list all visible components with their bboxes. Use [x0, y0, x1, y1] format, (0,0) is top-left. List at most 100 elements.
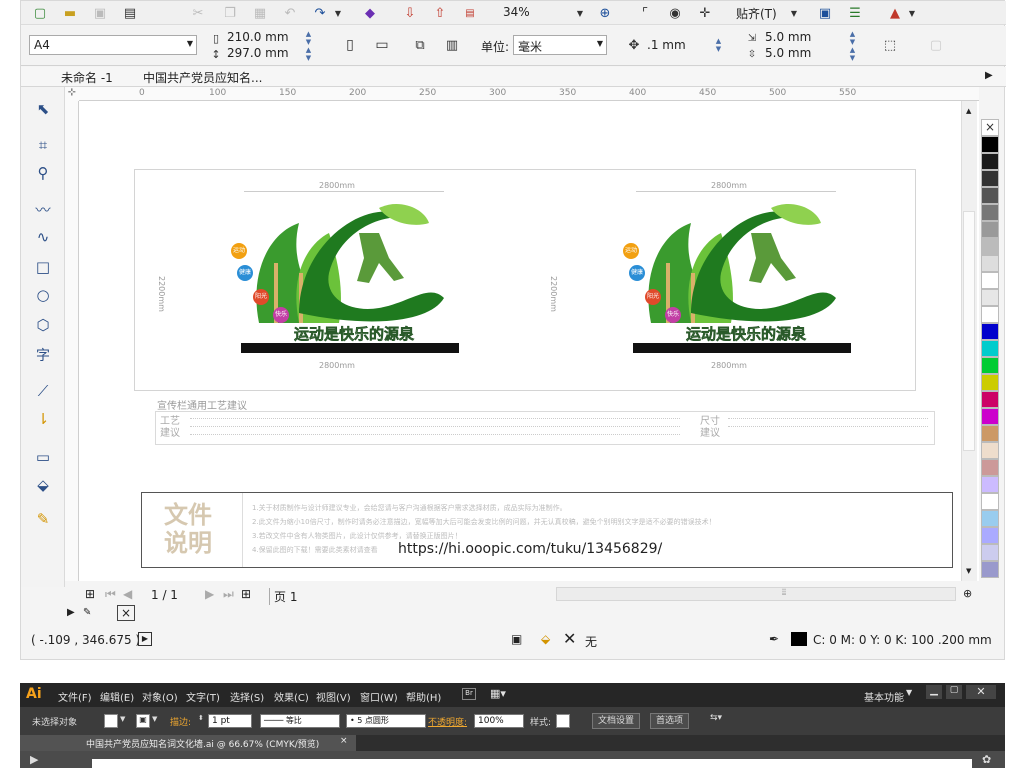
zoom-navigator-icon[interactable]: ⊕ — [963, 587, 972, 600]
copy-icon[interactable]: ❐ — [221, 4, 239, 22]
color-swatch[interactable] — [981, 289, 999, 306]
fill-dropdown-icon[interactable]: ▼ — [120, 715, 125, 723]
horizontal-ruler[interactable]: 0 100 150 200 250 300 350 400 450 500 55… — [79, 87, 979, 101]
menu-file[interactable]: 文件(F) — [58, 689, 92, 704]
crop-tool-icon[interactable]: ⌗ — [33, 135, 53, 155]
rectangle-tool-icon[interactable]: □ — [33, 257, 53, 277]
snap-to-menu[interactable]: 贴齐(T) — [736, 5, 777, 22]
nudge-spinner-icon[interactable]: ▲ ▼ — [714, 37, 723, 53]
eyedropper-small-icon[interactable]: ✎ — [83, 607, 91, 618]
no-fill-box-icon[interactable]: × — [117, 605, 135, 621]
color-swatch[interactable] — [981, 238, 999, 255]
tab-untitled[interactable]: 未命名 -1 — [61, 69, 113, 86]
drawing-canvas[interactable]: 2800mm 运动 健康 阳光 快乐 运动是快乐的源泉 2800mm 2200m… — [79, 101, 979, 581]
preferences-button[interactable]: 首选项 — [650, 713, 690, 729]
scroll-thumb[interactable] — [963, 211, 975, 451]
opacity-field[interactable]: 100% — [474, 714, 524, 728]
source-url[interactable]: https://hi.ooopic.com/tuku/13456829/ — [398, 541, 662, 557]
minimize-icon[interactable]: ▁ — [926, 685, 942, 699]
scroll-down-icon[interactable]: ▼ — [966, 567, 971, 575]
graphic-style-swatch[interactable] — [556, 714, 570, 728]
color-swatch[interactable] — [981, 136, 999, 153]
new-document-icon[interactable]: ▢ — [31, 4, 49, 22]
stroke-label[interactable]: 描边: — [170, 715, 191, 728]
cut-icon[interactable]: ✂ — [189, 4, 207, 22]
selection-tool-icon[interactable]: ▶ — [30, 753, 38, 766]
redo-icon[interactable]: ↷ — [311, 4, 329, 22]
tab-party-member[interactable]: 中国共产党员应知名... — [143, 69, 262, 86]
page-height-field[interactable]: 297.0 mm — [227, 46, 289, 60]
text-tool-icon[interactable]: 字 — [33, 345, 53, 365]
add-page-icon[interactable]: ⊞ — [85, 587, 95, 601]
height-spinner-icon[interactable]: ▲ ▼ — [304, 46, 313, 62]
all-pages-icon[interactable]: ⧉ — [411, 36, 429, 54]
transparency-tool-icon[interactable]: ⬙ — [33, 475, 53, 495]
stroke-spinner-icon[interactable]: ⬍ — [198, 714, 204, 722]
window-close-icon[interactable]: ✕ — [966, 685, 996, 699]
color-swatch[interactable] — [981, 425, 999, 442]
app-launcher-icon[interactable]: ▲ — [886, 4, 904, 22]
unit-select[interactable]: 毫米 ▼ — [513, 35, 607, 55]
menu-object[interactable]: 对象(O) — [142, 689, 178, 704]
page-options-icon[interactable]: ▢ — [927, 36, 945, 54]
redo-dropdown-icon[interactable]: ▼ — [329, 4, 347, 22]
fit-page-icon[interactable]: ⊕ — [596, 4, 614, 22]
connector-tool-icon[interactable]: ⇂ — [33, 409, 53, 429]
scroll-grip-icon[interactable]: ⦙⦙ — [782, 588, 786, 598]
maximize-icon[interactable]: ▢ — [946, 685, 962, 699]
eye-icon[interactable]: ◉ — [666, 4, 684, 22]
color-swatch[interactable] — [981, 527, 999, 544]
arrange-docs-icon[interactable]: ▦▾ — [490, 687, 506, 700]
menu-select[interactable]: 选择(S) — [230, 689, 264, 704]
nudge-field[interactable]: .1 mm — [647, 38, 686, 52]
prev-page-icon[interactable]: ◀ — [123, 587, 132, 601]
launcher-dropdown-icon[interactable]: ▼ — [903, 4, 921, 22]
stroke-dropdown-icon[interactable]: ▼ — [152, 715, 157, 723]
ellipse-tool-icon[interactable]: ○ — [33, 285, 53, 305]
print-icon[interactable]: ▤ — [121, 4, 139, 22]
arrange-icon[interactable]: ⇆▾ — [710, 713, 722, 723]
design-panel-right[interactable]: 2800mm 运动 健康 阳光 快乐 运动是快乐的源泉 2800mm 2200m… — [541, 181, 901, 381]
duplicate-x-field[interactable]: 5.0 mm — [765, 30, 811, 44]
first-page-icon[interactable]: ⏮ — [105, 587, 116, 602]
tabs-scroll-right-icon[interactable]: ▶ — [985, 70, 993, 81]
paste-icon[interactable]: ▦ — [251, 4, 269, 22]
next-page-icon[interactable]: ▶ — [205, 587, 214, 601]
color-swatch[interactable] — [981, 170, 999, 187]
color-swatch[interactable] — [981, 510, 999, 527]
document-setup-button[interactable]: 文档设置 — [592, 713, 641, 729]
bridge-icon[interactable]: Br — [462, 688, 476, 700]
menu-window[interactable]: 窗口(W) — [360, 689, 398, 704]
launcher-icon[interactable]: ◆ — [361, 4, 379, 22]
last-page-icon[interactable]: ⏭ — [223, 587, 234, 602]
landscape-icon[interactable]: ▭ — [373, 36, 391, 54]
color-swatch[interactable] — [981, 544, 999, 561]
color-swatch[interactable] — [981, 221, 999, 238]
checklist-icon[interactable]: ☰ — [846, 4, 864, 22]
options-icon[interactable]: ▣ — [816, 4, 834, 22]
polygon-tool-icon[interactable]: ⬡ — [33, 315, 53, 335]
export-icon[interactable]: ⇧ — [431, 4, 449, 22]
dup-x-spinner-icon[interactable]: ▲ ▼ — [848, 30, 857, 46]
guides-icon[interactable]: ✛ — [696, 4, 714, 22]
tab-close-icon[interactable]: × — [340, 736, 348, 746]
color-swatch[interactable] — [981, 374, 999, 391]
panel-icon[interactable]: ✿ — [982, 753, 991, 766]
page-width-field[interactable]: 210.0 mm — [227, 30, 289, 44]
snap-dropdown-icon[interactable]: ▼ — [785, 4, 803, 22]
brush-select[interactable]: • 5 点圆形 — [346, 714, 426, 728]
color-swatch[interactable] — [981, 272, 999, 289]
color-swatch[interactable] — [981, 391, 999, 408]
workspace-switcher[interactable]: 基本功能 — [864, 689, 904, 704]
menu-help[interactable]: 帮助(H) — [406, 689, 441, 704]
ruler-origin-icon[interactable]: ⊹ — [65, 87, 79, 101]
smart-draw-tool-icon[interactable]: ∿ — [33, 227, 53, 247]
artboard[interactable] — [92, 759, 972, 768]
shape-tool-icon[interactable]: ⬉ — [33, 99, 53, 119]
color-swatch[interactable] — [981, 493, 999, 510]
open-folder-icon[interactable]: ▬ — [61, 4, 79, 22]
import-icon[interactable]: ⇩ — [401, 4, 419, 22]
pdf-icon[interactable]: ▤ — [461, 4, 479, 22]
zoom-tool-icon[interactable]: ⚲ — [33, 163, 53, 183]
scroll-up-icon[interactable]: ▲ — [966, 107, 971, 115]
